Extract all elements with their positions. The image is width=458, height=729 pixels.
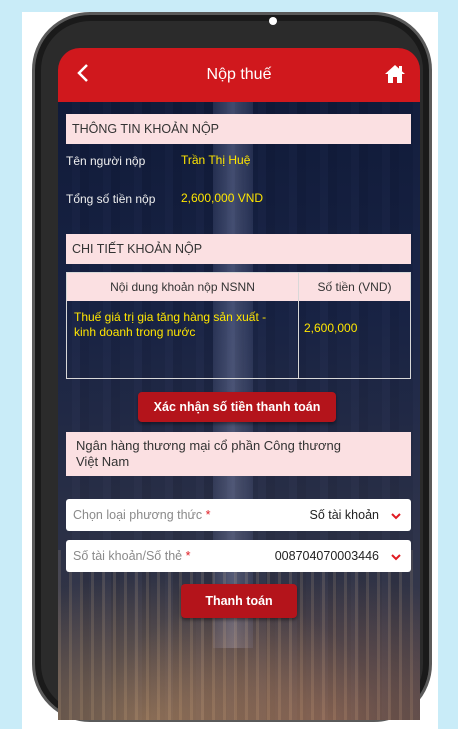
bank-name-line1: Ngân hàng thương mại cổ phần Công thương <box>76 438 342 453</box>
account-select[interactable]: Số tài khoản/Số thẻ * 008704070003446 <box>66 540 411 572</box>
total-value: 2,600,000 VND <box>181 191 264 205</box>
background-city <box>58 550 420 720</box>
account-select-placeholder: Số tài khoản/Số thẻ * <box>73 549 191 563</box>
method-select-value: Số tài khoản <box>309 508 380 522</box>
column-header-content: Nội dung khoản nộp NSNN <box>67 273 298 301</box>
payment-detail-table: Nội dung khoản nộp NSNN Số tiền (VND) Th… <box>66 272 411 379</box>
app-header: Nộp thuế <box>58 48 420 102</box>
method-select-placeholder: Chọn loại phương thức * <box>73 508 211 522</box>
payment-detail-heading: CHI TIẾT KHOẢN NỘP <box>66 234 411 264</box>
app-screen: Nộp thuế THÔNG TIN KHOẢN NỘP Tên người n… <box>58 48 420 720</box>
column-header-amount: Số tiền (VND) <box>299 273 410 301</box>
confirm-amount-button[interactable]: Xác nhận số tiền thanh toán <box>138 392 336 422</box>
payer-label: Tên người nộp <box>66 154 146 168</box>
row-content-line2: kinh doanh trong nước <box>74 325 196 339</box>
table-row-amount: 2,600,000 <box>304 321 358 335</box>
bank-name-line2: Việt Nam <box>76 454 130 469</box>
row-content-line1: Thuế giá trị gia tăng hàng sản xuất - <box>74 310 267 324</box>
table-row-content: Thuế giá trị gia tăng hàng sản xuất - ki… <box>74 310 294 340</box>
method-select[interactable]: Chọn loại phương thức * Số tài khoản <box>66 499 411 531</box>
pay-button[interactable]: Thanh toán <box>181 584 297 618</box>
table-divider <box>298 273 299 378</box>
payer-value: Trần Thị Huệ <box>181 153 251 167</box>
chevron-down-icon <box>390 550 402 562</box>
chevron-down-icon <box>390 509 402 521</box>
home-icon[interactable] <box>384 63 406 85</box>
account-select-value: 008704070003446 <box>274 549 379 563</box>
page-title: Nộp thuế <box>206 66 272 83</box>
camera-dot <box>269 17 277 25</box>
bank-name-box: Ngân hàng thương mại cổ phần Công thương… <box>66 432 411 476</box>
payment-info-heading: THÔNG TIN KHOẢN NỘP <box>66 114 411 144</box>
total-label: Tổng số tiền nộp <box>66 192 156 206</box>
